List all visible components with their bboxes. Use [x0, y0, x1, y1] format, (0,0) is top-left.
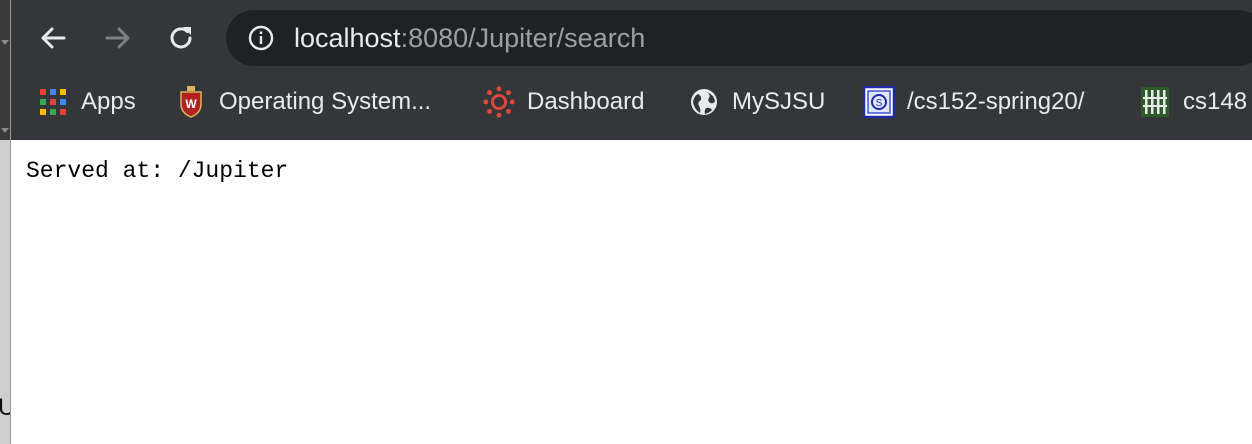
served-at-text: Served at: /Jupiter	[26, 158, 289, 184]
blue-square-site-icon: S	[863, 86, 895, 118]
adjacent-window-glyph: U	[0, 394, 10, 422]
university-crest-icon: W	[175, 86, 207, 118]
url-host: localhost	[294, 23, 401, 53]
bookmark-mysjsu[interactable]: MySJSU	[688, 84, 825, 120]
browser-chrome: localhost:8080/Jupiter/search Apps W Ope…	[11, 0, 1252, 140]
svg-text:W: W	[185, 97, 197, 111]
reload-icon	[170, 27, 192, 49]
bookmark-label: /cs152-spring20/	[907, 88, 1085, 115]
url-path: :8080/Jupiter/search	[400, 23, 646, 53]
page-content: Served at: /Jupiter	[11, 140, 1252, 444]
bookmark-cs148[interactable]: cs148	[1139, 84, 1247, 120]
adjacent-chevron-icon	[1, 128, 9, 133]
info-icon[interactable]	[248, 25, 274, 51]
adjacent-window-edge: U	[0, 0, 11, 444]
back-arrow-icon	[41, 27, 66, 49]
bookmark-dashboard[interactable]: Dashboard	[483, 84, 644, 120]
bookmark-apps[interactable]: Apps	[37, 84, 136, 120]
url-text[interactable]: localhost:8080/Jupiter/search	[294, 22, 645, 54]
bookmark-operating-systems[interactable]: W Operating System...	[175, 84, 431, 120]
forward-button[interactable]	[98, 18, 138, 58]
back-button[interactable]	[33, 18, 73, 58]
bookmark-label: Dashboard	[527, 88, 645, 115]
address-bar[interactable]: localhost:8080/Jupiter/search	[226, 10, 1252, 66]
forward-arrow-icon	[105, 27, 130, 49]
reload-button[interactable]	[161, 18, 201, 58]
green-grid-site-icon	[1139, 86, 1171, 118]
bookmark-label: MySJSU	[732, 88, 826, 115]
svg-text:S: S	[876, 98, 883, 109]
adjacent-chevron-icon	[1, 40, 9, 45]
bookmark-label: Operating System...	[219, 88, 432, 115]
browser-toolbar: localhost:8080/Jupiter/search	[11, 0, 1252, 70]
adjacent-window-dark-area	[0, 0, 10, 140]
canvas-logo-icon	[483, 86, 515, 118]
apps-grid-icon	[37, 86, 69, 118]
bookmark-label: Apps	[81, 88, 136, 115]
bookmark-cs152[interactable]: S /cs152-spring20/	[863, 84, 1084, 120]
bookmarks-bar: Apps W Operating System... Dashboard MyS…	[11, 70, 1252, 136]
bookmark-label: cs148	[1183, 88, 1248, 115]
globe-icon	[688, 86, 720, 118]
